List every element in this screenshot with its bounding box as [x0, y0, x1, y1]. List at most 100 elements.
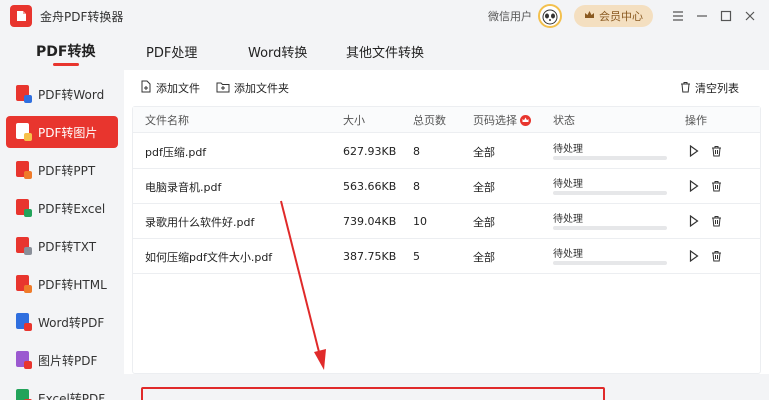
- file-name: 录歌用什么软件好.pdf: [145, 215, 255, 229]
- top-nav: PDF转换 PDF处理 Word转换 其他文件转换: [0, 32, 769, 70]
- header-file-name: 文件名称: [145, 114, 189, 127]
- sidebar-item-excel-to-pdf[interactable]: Excel转PDF: [6, 382, 118, 400]
- file-name: 如何压缩pdf文件大小.pdf: [145, 250, 273, 264]
- crown-icon: [584, 10, 595, 23]
- tab-pdf-convert[interactable]: PDF转换: [36, 32, 95, 70]
- pdf-to-image-icon: [16, 123, 32, 141]
- table-header: 文件名称 大小 总页数 页码选择 状态 操作: [133, 107, 760, 133]
- image-to-pdf-icon: [16, 351, 32, 369]
- add-folder-icon: [216, 81, 230, 96]
- header-page-select: 页码选择: [473, 107, 531, 133]
- sidebar-item-label: Word转PDF: [38, 315, 105, 330]
- file-table: 文件名称 大小 总页数 页码选择 状态 操作 pdf压缩.pdf 627.93K…: [132, 106, 761, 374]
- username-label[interactable]: 微信用户: [488, 8, 532, 24]
- file-name: 电脑录音机.pdf: [145, 180, 222, 194]
- user-avatar[interactable]: [538, 4, 562, 28]
- progress-bar: [553, 191, 667, 195]
- tab-pdf-process[interactable]: PDF处理: [146, 32, 197, 70]
- sidebar: PDF转Word PDF转图片 PDF转PPT PDF转Excel PDF转TX…: [0, 70, 124, 400]
- header-pages: 总页数: [413, 114, 446, 127]
- add-folder-button[interactable]: 添加文件夹: [216, 80, 289, 96]
- page-select[interactable]: 全部: [473, 239, 495, 274]
- sidebar-item-pdf-to-txt[interactable]: PDF转TXT: [6, 230, 118, 262]
- add-file-button[interactable]: 添加文件: [140, 80, 200, 96]
- word-to-pdf-icon: [16, 313, 32, 331]
- status-text: 待处理: [553, 249, 583, 260]
- progress-bar: [553, 226, 667, 230]
- title-bar: 金舟PDF转换器 微信用户 会员中心: [0, 0, 769, 32]
- file-size: 739.04KB: [343, 215, 397, 228]
- pdf-to-excel-icon: [16, 199, 32, 217]
- file-size: 627.93KB: [343, 145, 397, 158]
- page-select[interactable]: 全部: [473, 134, 495, 169]
- sidebar-item-label: Excel转PDF: [38, 391, 106, 400]
- add-file-icon: [140, 80, 152, 96]
- add-folder-label: 添加文件夹: [234, 82, 289, 95]
- sidebar-item-pdf-to-word[interactable]: PDF转Word: [6, 78, 118, 110]
- app-title: 金舟PDF转换器: [40, 9, 124, 24]
- delete-icon[interactable]: [709, 214, 723, 228]
- table-row: pdf压缩.pdf 627.93KB 8 全部 待处理: [133, 134, 760, 169]
- table-row: 如何压缩pdf文件大小.pdf 387.75KB 5 全部 待处理: [133, 239, 760, 274]
- tab-other-convert[interactable]: 其他文件转换: [346, 32, 424, 70]
- progress-bar: [553, 156, 667, 160]
- clear-list-label: 清空列表: [695, 82, 739, 95]
- header-size: 大小: [343, 114, 365, 127]
- status-text: 待处理: [553, 144, 583, 155]
- menu-icon[interactable]: [667, 5, 689, 27]
- sidebar-item-label: PDF转Word: [38, 87, 105, 102]
- play-icon[interactable]: [687, 249, 701, 263]
- add-file-label: 添加文件: [156, 82, 200, 95]
- page-count: 8: [413, 145, 420, 158]
- page-select[interactable]: 全部: [473, 204, 495, 239]
- sidebar-item-label: PDF转TXT: [38, 239, 97, 254]
- clear-list-button[interactable]: 清空列表: [680, 80, 739, 96]
- sidebar-item-word-to-pdf[interactable]: Word转PDF: [6, 306, 118, 338]
- status-text: 待处理: [553, 214, 583, 225]
- excel-to-pdf-icon: [16, 389, 32, 400]
- delete-icon[interactable]: [709, 179, 723, 193]
- sidebar-item-pdf-to-image[interactable]: PDF转图片: [6, 116, 118, 148]
- tab-word-convert[interactable]: Word转换: [248, 32, 307, 70]
- close-icon[interactable]: [739, 5, 761, 27]
- trash-icon: [680, 81, 691, 96]
- pdf-to-txt-icon: [16, 237, 32, 255]
- file-toolbar: 添加文件 添加文件夹 清空列表: [124, 70, 769, 106]
- pdf-to-html-icon: [16, 275, 32, 293]
- vip-center-button[interactable]: 会员中心: [574, 5, 653, 27]
- sidebar-item-pdf-to-html[interactable]: PDF转HTML: [6, 268, 118, 300]
- play-icon[interactable]: [687, 179, 701, 193]
- pdf-to-ppt-icon: [16, 161, 32, 179]
- sidebar-item-pdf-to-excel[interactable]: PDF转Excel: [6, 192, 118, 224]
- maximize-icon[interactable]: [715, 5, 737, 27]
- app-logo-icon: [10, 5, 32, 27]
- page-count: 5: [413, 250, 420, 263]
- header-actions: 操作: [685, 114, 707, 127]
- sidebar-item-label: PDF转图片: [38, 125, 98, 140]
- vip-center-label: 会员中心: [599, 10, 643, 23]
- sidebar-item-pdf-to-ppt[interactable]: PDF转PPT: [6, 154, 118, 186]
- play-icon[interactable]: [687, 214, 701, 228]
- page-count: 10: [413, 215, 427, 228]
- progress-bar: [553, 261, 667, 265]
- sidebar-item-label: PDF转Excel: [38, 201, 106, 216]
- file-name: pdf压缩.pdf: [145, 145, 207, 159]
- sidebar-item-label: PDF转PPT: [38, 163, 96, 178]
- table-row: 电脑录音机.pdf 563.66KB 8 全部 待处理: [133, 169, 760, 204]
- sidebar-item-image-to-pdf[interactable]: 图片转PDF: [6, 344, 118, 376]
- header-page-select-label: 页码选择: [473, 114, 517, 127]
- play-icon[interactable]: [687, 144, 701, 158]
- delete-icon[interactable]: [709, 144, 723, 158]
- minimize-icon[interactable]: [691, 5, 713, 27]
- page-select[interactable]: 全部: [473, 169, 495, 204]
- header-status: 状态: [553, 114, 575, 127]
- delete-icon[interactable]: [709, 249, 723, 263]
- status-text: 待处理: [553, 179, 583, 190]
- pdf-to-word-icon: [16, 85, 32, 103]
- table-row: 录歌用什么软件好.pdf 739.04KB 10 全部 待处理: [133, 204, 760, 239]
- sidebar-item-label: 图片转PDF: [38, 353, 98, 368]
- file-size: 387.75KB: [343, 250, 397, 263]
- crown-badge-icon: [520, 114, 531, 126]
- file-size: 563.66KB: [343, 180, 397, 193]
- page-count: 8: [413, 180, 420, 193]
